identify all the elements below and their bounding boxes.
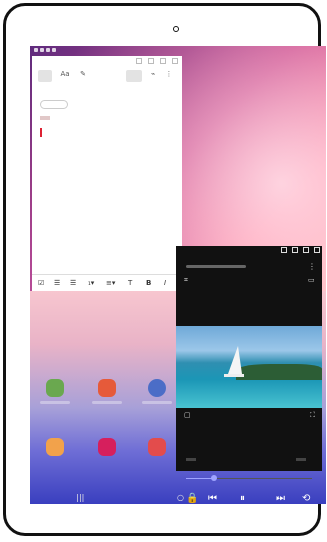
status-icon [40,48,44,52]
time-total [296,458,306,461]
next-icon[interactable]: ⏭ [276,493,285,504]
my-files-app-icon[interactable] [46,438,64,456]
list-icon[interactable]: ☰ [54,279,60,287]
recent-apps-icon[interactable]: ||| [76,493,84,502]
app-label [40,401,70,404]
sailboat [228,346,242,374]
island [236,364,322,380]
caption-icon[interactable]: ▭ [308,276,315,284]
underline-icon[interactable]: T [128,279,132,287]
calculator-app-icon[interactable] [46,379,64,397]
save-icon[interactable] [126,70,142,82]
app-label [142,401,172,404]
status-icon [52,48,56,52]
align-icon[interactable]: ≡▾ [106,279,115,287]
attach-icon[interactable]: ⌁ [146,70,160,82]
tablet-frame: Aa ✎ ⌁ ⋮ ☑ ☰ ☰ ₁▾ ≡▾ T B I ||| ○ ‹ ⋮ ⌗ ▭… [3,3,326,536]
note-text [40,116,50,120]
checkbox-icon[interactable]: ☑ [38,279,44,287]
fullscreen-icon[interactable]: ⛶ [310,411,315,420]
italic-icon[interactable]: I [164,279,166,287]
lock-icon[interactable]: 🔒 [186,493,198,504]
time-elapsed [186,458,196,461]
pause-icon[interactable]: ⏸ [240,493,245,504]
notes-format-bar: ☑ ☰ ☰ ₁▾ ≡▾ T B I [32,274,182,292]
pen-icon[interactable]: ✎ [76,70,90,82]
boat-hull [224,374,244,377]
minimize-icon[interactable] [136,58,142,64]
window-controls [136,58,178,66]
front-camera [173,26,179,32]
gallery-app-icon[interactable] [98,438,116,456]
window-controls [281,247,320,253]
progress-fill [186,478,213,479]
video-title [186,265,246,268]
bold-icon[interactable]: B [146,279,151,287]
notes-app-icon[interactable] [98,379,116,397]
progress-knob[interactable] [211,475,217,481]
list-icon[interactable]: ☰ [70,279,76,287]
screenshot-icon[interactable]: ⌗ [184,276,188,285]
font-size-icon[interactable]: ₁▾ [88,279,94,287]
text-cursor [40,128,42,137]
clock-app-icon[interactable] [148,379,166,397]
category-chip[interactable] [40,100,68,109]
notes-window[interactable]: Aa ✎ ⌁ ⋮ [32,56,182,274]
popup-icon[interactable]: ▢ [184,411,191,419]
more-icon[interactable]: ⋮ [308,262,316,271]
camera-app-icon[interactable] [148,438,166,456]
home-icon[interactable]: ○ [177,493,184,502]
app-label [92,401,122,404]
video-frame[interactable] [176,326,322,408]
status-bar [30,46,326,56]
notes-toolbar: Aa ✎ ⌁ ⋮ [38,70,178,86]
text-icon[interactable]: Aa [58,70,72,82]
maximize-icon[interactable] [160,58,166,64]
minimize-icon[interactable] [281,247,287,253]
note-icon[interactable] [38,70,52,82]
close-icon[interactable] [314,247,320,253]
prev-icon[interactable]: ⏮ [208,493,217,504]
video-popup-window[interactable]: ⋮ ⌗ ▭ ▢ ⛶ 🔒 ⏮ ⏸ ⏭ ⟲ [176,246,322,504]
screen: Aa ✎ ⌁ ⋮ ☑ ☰ ☰ ₁▾ ≡▾ T B I ||| ○ ‹ ⋮ ⌗ ▭… [30,46,326,504]
status-icon [46,48,50,52]
status-icon [34,48,38,52]
more-icon[interactable]: ⋮ [162,70,176,82]
resize-icon[interactable] [292,247,298,253]
maximize-icon[interactable] [303,247,309,253]
rotate-icon[interactable]: ⟲ [302,493,310,504]
resize-icon[interactable] [148,58,154,64]
close-icon[interactable] [172,58,178,64]
